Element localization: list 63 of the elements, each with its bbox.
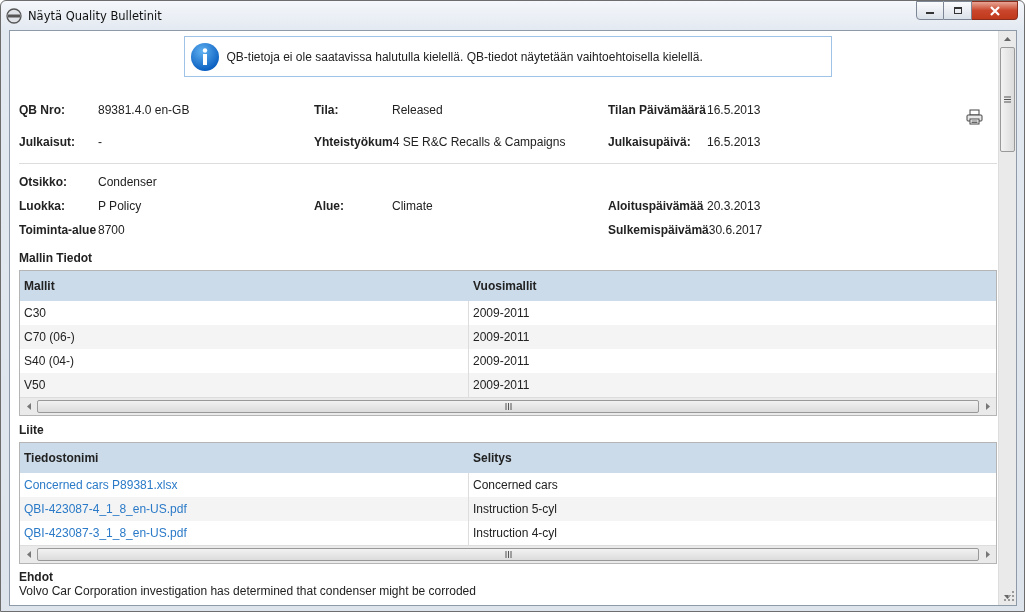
table-cell: 2009-2011 — [473, 306, 530, 320]
conditions-text: Volvo Car Corporation investigation has determined that condenser might be corroded — [19, 584, 477, 598]
vertical-scrollbar[interactable] — [998, 31, 1016, 605]
scrollbar-thumb[interactable] — [37, 400, 979, 413]
section-title: Liite — [19, 422, 45, 439]
field-label: QB Nro: — [19, 103, 66, 117]
column-header[interactable]: Tiedostonimi — [20, 443, 469, 473]
field-label: Julkaisut: — [19, 135, 76, 149]
horizontal-scrollbar[interactable] — [20, 545, 996, 563]
field-value: 8700 — [98, 223, 125, 237]
field-label: Toiminta-alue — [19, 223, 98, 237]
printer-icon[interactable] — [966, 109, 983, 125]
field-value: P Policy — [98, 199, 142, 213]
logo-icon — [6, 7, 22, 24]
window-title: Näytä Quality Bulletinit — [28, 8, 163, 23]
resize-grip-icon[interactable] — [1004, 591, 1014, 601]
info-message: QB-tietoja ei ole saatavissa halutulla kielellä. QB-tiedot näytetään vaihtoehtoisella kielellä. — [226, 49, 703, 64]
field-value: 20.3.2013 — [707, 199, 761, 213]
field-label: Aloituspäivämää — [608, 199, 705, 213]
table-cell: C70 (06-) — [24, 330, 75, 344]
scrollbar-thumb[interactable] — [37, 548, 979, 561]
table-cell: Instruction 5-cyl — [473, 502, 558, 516]
field-label: Otsikko: — [19, 175, 68, 189]
column-header[interactable]: Mallit — [20, 271, 469, 301]
field-label: Tilan Päivämäärä — [608, 103, 707, 117]
column-header[interactable]: Selitys — [469, 443, 512, 473]
close-icon — [988, 5, 1001, 16]
table-cell: 2009-2011 — [473, 330, 530, 344]
table-cell: 2009-2011 — [473, 354, 530, 368]
field-label: Sulkemispäivämä — [608, 223, 709, 237]
field-value: - — [98, 135, 102, 149]
table-cell: C30 — [24, 306, 46, 320]
table-cell: S40 (04-) — [24, 354, 75, 368]
file-link[interactable]: Concerned cars P89381.xlsx — [24, 478, 178, 492]
horizontal-scrollbar[interactable] — [20, 397, 996, 415]
section-title: Mallin Tiedot — [19, 250, 94, 267]
field-value: 16.5.2013 — [707, 103, 761, 117]
field-value: 4 SE R&C Recalls & Campaigns — [392, 135, 566, 149]
table-cell: V50 — [24, 378, 46, 392]
field-value: Climate — [392, 199, 433, 213]
field-label: Luokka: — [19, 199, 66, 213]
close-button[interactable] — [972, 1, 1018, 20]
section-title: Ehdot — [19, 569, 54, 584]
maximize-button[interactable] — [944, 1, 972, 20]
field-label: Julkaisupäivä: — [608, 135, 692, 149]
field-value: 30.6.2017 — [708, 223, 763, 237]
file-link[interactable]: QBI-423087-4_1_8_en-US.pdf — [24, 502, 187, 516]
scrollbar-thumb[interactable] — [1000, 47, 1015, 152]
field-value: Condenser — [98, 175, 157, 189]
minimize-button[interactable] — [916, 1, 944, 20]
info-icon — [189, 41, 220, 72]
maximize-icon — [952, 6, 963, 15]
field-label: Tila: — [314, 103, 340, 117]
file-link[interactable]: QBI-423087-3_1_8_en-US.pdf — [24, 526, 187, 540]
table-cell: Concerned cars — [473, 478, 558, 492]
field-label: Alue: — [314, 199, 345, 213]
table-cell: Instruction 4-cyl — [473, 526, 558, 540]
field-label: Yhteistyökum — [314, 135, 393, 149]
field-value: 89381.4.0 en-GB — [98, 103, 190, 117]
table-cell: 2009-2011 — [473, 378, 530, 392]
field-value: 16.5.2013 — [707, 135, 761, 149]
field-value: Released — [392, 103, 443, 117]
column-header[interactable]: Vuosimallit — [469, 271, 537, 301]
